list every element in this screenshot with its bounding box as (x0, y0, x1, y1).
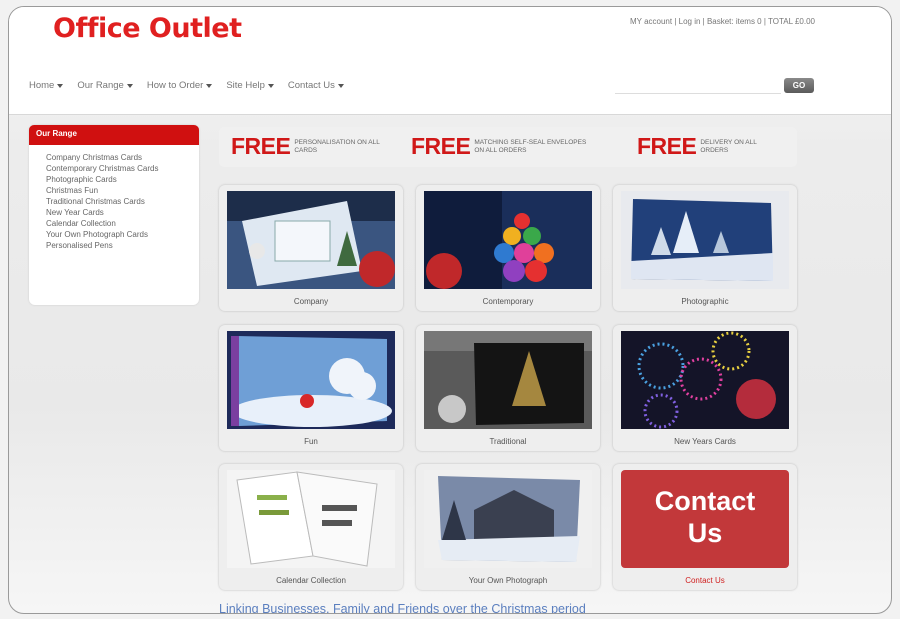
calendar-image (227, 470, 395, 568)
sidebar-item-photographic[interactable]: Photographic Cards (46, 174, 176, 185)
sidebar-item-company[interactable]: Company Christmas Cards (46, 152, 176, 163)
promo-text: PERSONALISATION ON ALL CARDS (294, 138, 380, 154)
promo-text: MATCHING SELF-SEAL ENVELOPES ON ALL ORDE… (474, 138, 587, 154)
tile-label: Calendar Collection (276, 576, 346, 585)
tile-contemporary[interactable]: Contemporary (416, 185, 600, 311)
site-logo[interactable]: Office Outlet (53, 13, 242, 44)
nav-how-to-order-label: How to Order (146, 80, 204, 91)
sidebar: Our Range Company Christmas Cards Contem… (29, 125, 199, 305)
contemporary-card-image (424, 191, 592, 289)
tile-label: Contemporary (482, 297, 534, 306)
tile-label[interactable]: Contact Us (613, 576, 797, 585)
promo-delivery: FREE DELIVERY ON ALL ORDERS (637, 133, 785, 160)
nav-site-help[interactable]: Site Help (226, 80, 274, 91)
nav-our-range[interactable]: Our Range (77, 80, 133, 91)
promo-banner: FREE PERSONALISATION ON ALL CARDS FREE M… (219, 127, 797, 167)
new-years-card-image (621, 331, 789, 429)
sidebar-item-new-year[interactable]: New Year Cards (46, 207, 176, 218)
nav-contact-us[interactable]: Contact Us (288, 80, 344, 91)
promo-free-text: FREE (411, 133, 471, 159)
promo-text: DELIVERY ON ALL ORDERS (700, 138, 757, 154)
account-links[interactable]: MY account | Log in | Basket: items 0 | … (630, 17, 815, 26)
contact-box-line-1: Contact (654, 486, 756, 516)
sidebar-item-pens[interactable]: Personalised Pens (46, 240, 176, 251)
main-nav: Home Our Range How to Order Site Help Co… (29, 80, 344, 91)
promo-free-text: FREE (637, 133, 697, 159)
own-photograph-image (424, 470, 592, 568)
chevron-down-icon (126, 83, 133, 88)
sidebar-item-calendar[interactable]: Calendar Collection (46, 218, 176, 229)
sidebar-item-contemporary[interactable]: Contemporary Christmas Cards (46, 163, 176, 174)
tile-label: Fun (304, 437, 318, 446)
site-header: Office Outlet MY account | Log in | Bask… (9, 7, 891, 115)
chevron-down-icon (57, 83, 64, 88)
search-input[interactable] (615, 79, 781, 94)
company-card-image (227, 191, 395, 289)
nav-our-range-label: Our Range (77, 80, 124, 91)
chevron-down-icon (267, 83, 274, 88)
promo-personalisation: FREE PERSONALISATION ON ALL CARDS (231, 133, 394, 160)
sidebar-title: Our Range (29, 125, 199, 145)
tile-photographic[interactable]: Photographic (613, 185, 797, 311)
tile-label: New Years Cards (674, 437, 736, 446)
contact-box-line-2: Us (687, 518, 723, 548)
sidebar-list: Company Christmas Cards Contemporary Chr… (29, 145, 199, 251)
chevron-down-icon (206, 83, 213, 88)
nav-site-help-label: Site Help (226, 80, 265, 91)
sidebar-item-fun[interactable]: Christmas Fun (46, 185, 176, 196)
tile-label: Your Own Photograph (468, 576, 548, 585)
tagline-link[interactable]: Linking Businesses, Family and Friends o… (219, 602, 586, 613)
tile-contact-us[interactable]: Contact Us Contact Us (613, 464, 797, 590)
tile-own-photograph[interactable]: Your Own Photograph (416, 464, 600, 590)
fun-card-image (227, 331, 395, 429)
photographic-card-image (621, 191, 789, 289)
sidebar-item-traditional[interactable]: Traditional Christmas Cards (46, 196, 176, 207)
promo-free-text: FREE (231, 133, 291, 159)
go-button[interactable]: GO (784, 78, 814, 93)
tile-fun[interactable]: Fun (219, 325, 403, 451)
nav-how-to-order[interactable]: How to Order (147, 80, 213, 91)
tile-calendar[interactable]: Calendar Collection (219, 464, 403, 590)
nav-home[interactable]: Home (29, 80, 64, 91)
promo-envelopes: FREE MATCHING SELF-SEAL ENVELOPES ON ALL… (411, 133, 594, 160)
tile-label: Company (293, 297, 329, 306)
nav-contact-us-label: Contact Us (287, 80, 335, 91)
chevron-down-icon (337, 83, 344, 88)
contact-us-box[interactable]: Contact Us (621, 470, 789, 568)
tile-label: Photographic (681, 297, 729, 306)
page-frame: Office Outlet MY account | Log in | Bask… (8, 6, 892, 614)
tile-new-years[interactable]: New Years Cards (613, 325, 797, 451)
traditional-card-image (424, 331, 592, 429)
tile-traditional[interactable]: Traditional (416, 325, 600, 451)
tile-company[interactable]: Company (219, 185, 403, 311)
sidebar-item-own-photo[interactable]: Your Own Photograph Cards (46, 229, 176, 240)
tile-label: Traditional (489, 437, 527, 446)
nav-home-label: Home (29, 80, 55, 91)
